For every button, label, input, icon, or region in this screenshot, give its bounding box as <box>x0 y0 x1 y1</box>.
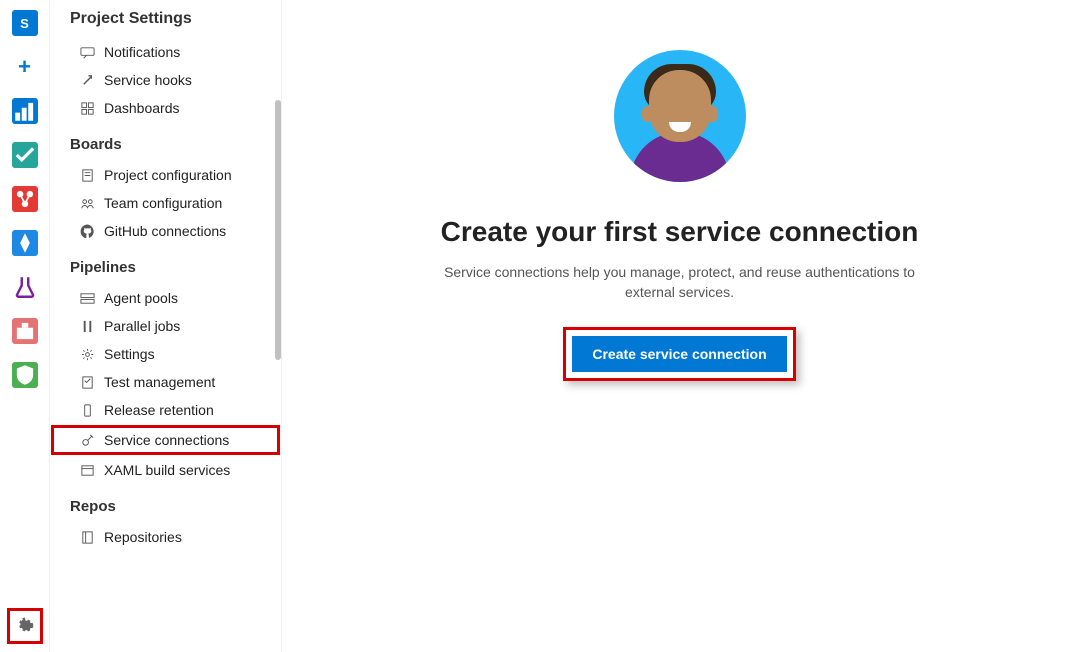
repo-icon <box>80 530 95 545</box>
nav-label: XAML build services <box>104 462 230 478</box>
team-icon <box>80 196 95 211</box>
cta-highlight: Create service connection <box>563 327 795 381</box>
create-service-connection-button[interactable]: Create service connection <box>572 336 786 372</box>
nav-settings[interactable]: Settings <box>50 340 281 368</box>
nav-label: Team configuration <box>104 195 222 211</box>
section-boards: Boards <box>50 122 281 161</box>
nav-label: Test management <box>104 374 215 390</box>
plug-icon <box>80 433 95 448</box>
nav-parallel-jobs[interactable]: Parallel jobs <box>50 312 281 340</box>
nav-label: Project configuration <box>104 167 232 183</box>
rail-settings-highlight[interactable] <box>7 608 43 644</box>
parallel-icon <box>80 319 95 334</box>
rail-project-blue[interactable] <box>12 98 38 124</box>
main-subtext: Service connections help you manage, pro… <box>420 262 940 303</box>
sidebar-title: Project Settings <box>50 4 281 38</box>
nav-label: Service connections <box>104 432 229 448</box>
gear-icon <box>16 617 34 635</box>
rail-project-beaker[interactable] <box>12 274 38 300</box>
nav-label: GitHub connections <box>104 223 226 239</box>
nav-release-retention[interactable]: Release retention <box>50 396 281 424</box>
nav-label: Release retention <box>104 402 214 418</box>
nav-label: Dashboards <box>104 100 180 116</box>
nav-label: Repositories <box>104 529 182 545</box>
nav-repositories[interactable]: Repositories <box>50 523 281 551</box>
main-heading: Create your first service connection <box>441 216 919 248</box>
xaml-icon <box>80 463 95 478</box>
nav-team-config[interactable]: Team configuration <box>50 189 281 217</box>
nav-project-config[interactable]: Project configuration <box>50 161 281 189</box>
rail-project-green[interactable] <box>12 142 38 168</box>
pool-icon <box>80 291 95 306</box>
main-content: Create your first service connection Ser… <box>282 0 1077 652</box>
nav-notifications[interactable]: Notifications <box>50 38 281 66</box>
grid-icon <box>80 101 95 116</box>
hook-icon <box>80 73 95 88</box>
release-icon <box>80 403 95 418</box>
section-pipelines: Pipelines <box>50 245 281 284</box>
rail-add-icon[interactable]: + <box>12 54 38 80</box>
rail-project-pink[interactable] <box>12 318 38 344</box>
test-icon <box>80 375 95 390</box>
nav-github[interactable]: GitHub connections <box>50 217 281 245</box>
section-repos: Repos <box>50 484 281 523</box>
rail-project-red[interactable] <box>12 186 38 212</box>
scrollbar[interactable] <box>275 100 281 360</box>
nav-service-hooks[interactable]: Service hooks <box>50 66 281 94</box>
nav-test-management[interactable]: Test management <box>50 368 281 396</box>
nav-label: Agent pools <box>104 290 178 306</box>
gear-icon <box>80 347 95 362</box>
nav-label: Notifications <box>104 44 180 60</box>
nav-label: Parallel jobs <box>104 318 180 334</box>
nav-xaml-build[interactable]: XAML build services <box>50 456 281 484</box>
chat-icon <box>80 45 95 60</box>
sidebar: Project Settings Notifications Service h… <box>50 0 282 652</box>
rail-logo-s[interactable]: S <box>12 10 38 36</box>
rail-project-shield[interactable] <box>12 362 38 388</box>
avatar-illustration <box>614 50 746 182</box>
doc-icon <box>80 168 95 183</box>
github-icon <box>80 224 95 239</box>
nav-service-connections[interactable]: Service connections <box>52 426 279 454</box>
nav-label: Service hooks <box>104 72 192 88</box>
nav-agent-pools[interactable]: Agent pools <box>50 284 281 312</box>
nav-label: Settings <box>104 346 155 362</box>
left-rail: S + <box>0 0 50 652</box>
rail-project-rocket[interactable] <box>12 230 38 256</box>
nav-dashboards[interactable]: Dashboards <box>50 94 281 122</box>
